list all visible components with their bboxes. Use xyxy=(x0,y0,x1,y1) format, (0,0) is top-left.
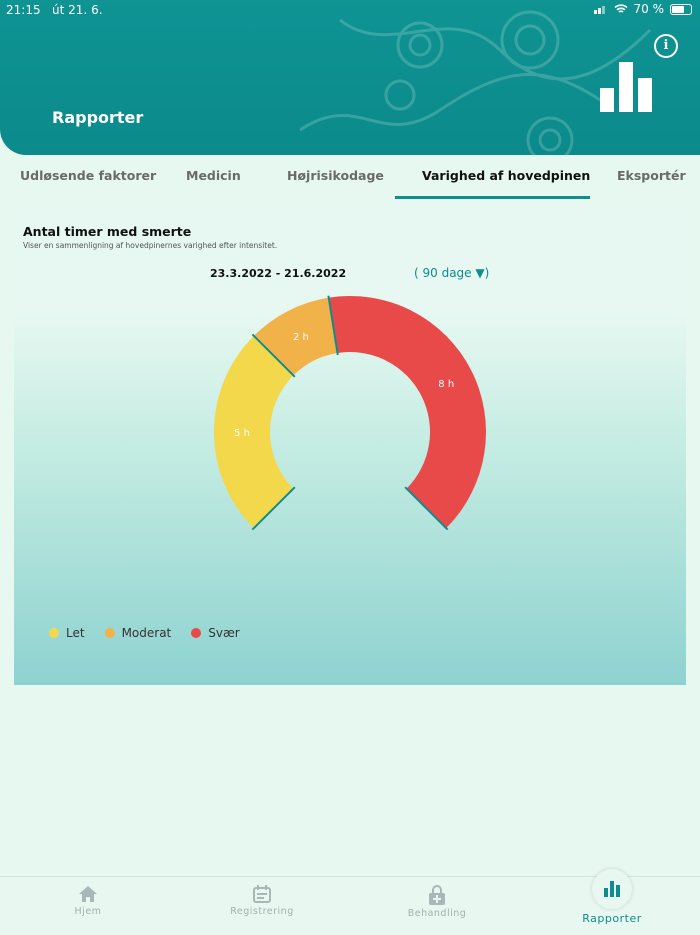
legend-item: Moderat xyxy=(104,626,172,640)
nav-treatment[interactable]: Behandling xyxy=(377,877,497,919)
signal-icon xyxy=(593,5,605,14)
tab-duration[interactable]: Varighed af hovedpinen xyxy=(422,168,590,183)
chart-legend: Let Moderat Svær xyxy=(49,626,240,640)
report-card: Antal timer med smerte Viser en sammenli… xyxy=(14,210,686,685)
header: 21:15 út 21. 6. 70 % i Rapporter xyxy=(0,0,700,155)
status-right: 70 % xyxy=(593,2,692,16)
gauge-segment-svaer xyxy=(328,296,487,529)
lock-plus-icon xyxy=(429,885,445,905)
time-text: 21:15 xyxy=(6,3,41,17)
gauge-label-svaer: 8 h xyxy=(438,379,454,390)
home-icon xyxy=(79,886,97,902)
date-text: út 21. 6. xyxy=(52,3,103,17)
tab-bar: Udløsende faktorer Medicin Højrisikodage… xyxy=(0,160,700,200)
battery-text: 70 % xyxy=(633,2,665,16)
tab-export[interactable]: Eksportér xyxy=(617,168,686,183)
wifi-icon xyxy=(613,4,628,13)
duration-gauge-chart: 5 h 2 h 8 h xyxy=(214,295,487,531)
nav-reports-label: Rapporter xyxy=(582,912,642,925)
info-icon[interactable]: i xyxy=(654,34,678,58)
legend-item: Svær xyxy=(191,626,240,640)
legend-dot xyxy=(49,628,59,638)
nav-home[interactable]: Hjem xyxy=(28,877,148,917)
calendar-icon xyxy=(253,885,271,903)
nav-treatment-label: Behandling xyxy=(407,908,467,919)
legend-label: Moderat xyxy=(121,626,172,640)
gauge-label-moderat: 2 h xyxy=(293,332,309,343)
nav-registration[interactable]: Registrering xyxy=(202,877,322,917)
bottom-nav: Hjem Registrering Behandling Rapporter xyxy=(0,869,700,935)
tab-triggers[interactable]: Udløsende faktorer xyxy=(20,168,156,183)
battery-icon xyxy=(670,3,692,15)
tab-medicine[interactable]: Medicin xyxy=(186,168,241,183)
gauge-label-let: 5 h xyxy=(234,428,250,439)
status-bar: 21:15 út 21. 6. 70 % xyxy=(0,0,700,20)
nav-reports[interactable]: Rapporter xyxy=(552,877,672,925)
bar-chart-icon xyxy=(604,881,620,897)
status-time: 21:15 út 21. 6. xyxy=(6,3,103,17)
legend-dot xyxy=(104,628,115,638)
legend-label: Let xyxy=(66,626,85,640)
tab-high-risk-days[interactable]: Højrisikodage xyxy=(287,168,384,183)
legend-dot xyxy=(191,628,202,638)
active-tab-indicator xyxy=(395,196,590,199)
bar-chart-icon xyxy=(600,62,652,112)
legend-item: Let xyxy=(49,626,85,640)
page-title: Rapporter xyxy=(52,108,144,127)
nav-registration-label: Registrering xyxy=(230,906,294,917)
legend-label: Svær xyxy=(208,626,240,640)
nav-home-label: Hjem xyxy=(74,906,102,917)
